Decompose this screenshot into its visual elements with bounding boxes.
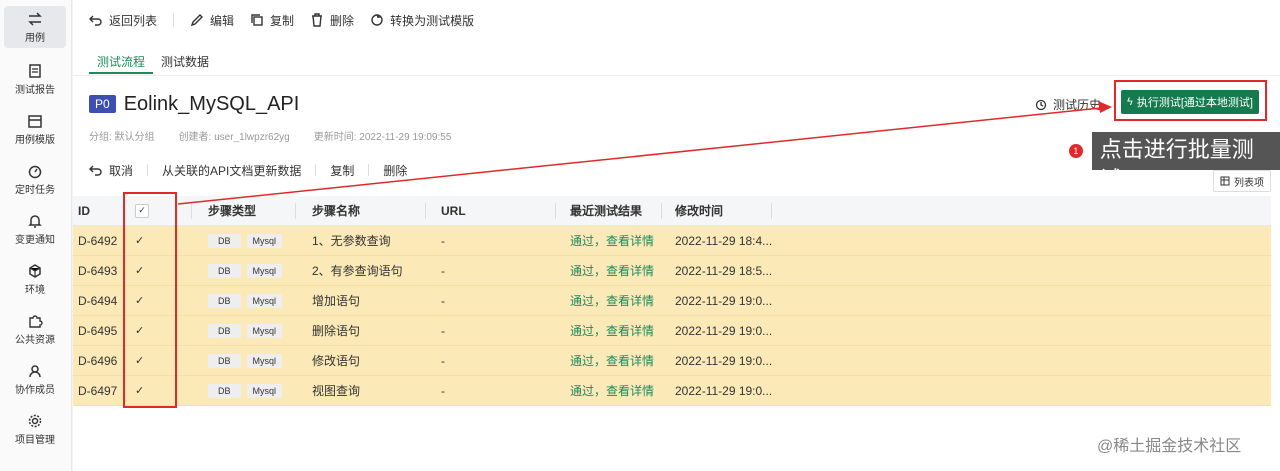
annotation-arrow [177, 101, 1112, 205]
